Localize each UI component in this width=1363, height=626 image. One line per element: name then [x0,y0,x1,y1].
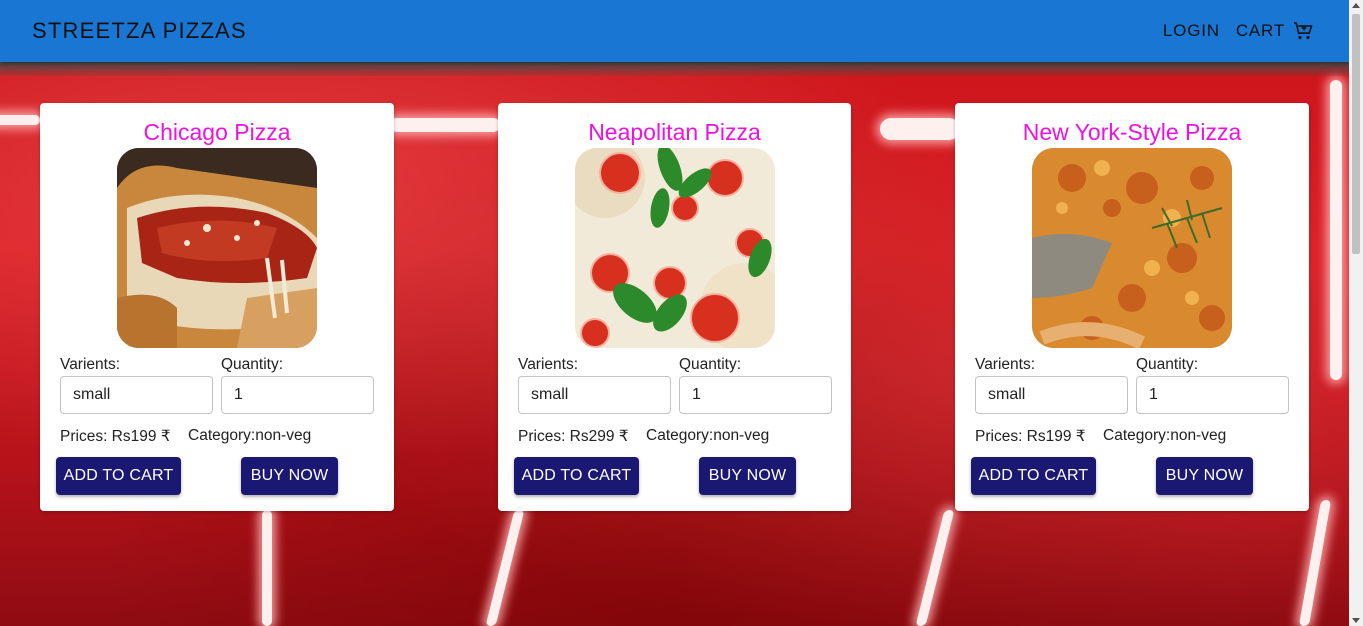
buy-now-button[interactable]: BUY NOW [699,457,796,495]
category-text: Category:non-veg [1103,427,1227,444]
cart-icon [1294,22,1313,40]
pizza-title: Neapolitan Pizza [588,119,761,145]
price-text: Prices: Rs199 ₹ [975,428,1086,445]
quantity-label: Quantity: [221,356,284,373]
pizza-grid: Chicago Pizza Varients: Quantity: small … [0,0,1349,626]
pizza-image-new-york [1032,148,1232,348]
variants-label: Varients: [518,356,579,373]
pizza-title: Chicago Pizza [143,119,291,145]
cart-link[interactable]: CART [1236,19,1315,43]
add-to-cart-button[interactable]: ADD TO CART [971,457,1096,495]
scroll-down-icon[interactable] [1352,618,1360,623]
pizza-card-chicago: Chicago Pizza Varients: Quantity: small … [40,103,394,511]
variants-label: Varients: [975,356,1036,373]
pizza-title: New York-Style Pizza [1022,119,1242,145]
brand-title[interactable]: STREETZA PIZZAS [32,18,247,44]
buy-now-button[interactable]: BUY NOW [241,457,338,495]
variants-label: Varients: [60,356,121,373]
category-text: Category:non-veg [646,427,770,444]
quantity-label: Quantity: [679,356,742,373]
scroll-thumb[interactable] [1352,14,1360,254]
add-to-cart-button[interactable]: ADD TO CART [514,457,639,495]
category-text: Category:non-veg [188,427,312,444]
variant-select[interactable]: small [975,376,1128,414]
top-nav: LOGIN CART [1163,19,1317,43]
add-to-cart-button[interactable]: ADD TO CART [56,457,181,495]
scroll-up-icon[interactable] [1352,3,1360,8]
pizza-image-neapolitan [575,148,775,348]
login-link[interactable]: LOGIN [1163,21,1220,41]
quantity-select[interactable]: 1 [221,376,374,414]
pizza-image-chicago [117,148,317,348]
price-text: Prices: Rs199 ₹ [60,428,171,445]
vertical-scrollbar[interactable] [1349,0,1363,626]
price-text: Prices: Rs299 ₹ [518,428,629,445]
variant-select[interactable]: small [60,376,213,414]
cart-label: CART [1235,21,1285,40]
pizza-card-neapolitan: Neapolitan Pizza Varients: Quantity: sma… [498,103,851,511]
app-bar: STREETZA PIZZAS LOGIN CART [0,0,1349,62]
pizza-card-new-york: New York-Style Pizza Varients: Quantity:… [955,103,1309,511]
quantity-label: Quantity: [1136,356,1199,373]
quantity-select[interactable]: 1 [679,376,832,414]
quantity-select[interactable]: 1 [1136,376,1289,414]
buy-now-button[interactable]: BUY NOW [1156,457,1253,495]
variant-select[interactable]: small [518,376,671,414]
